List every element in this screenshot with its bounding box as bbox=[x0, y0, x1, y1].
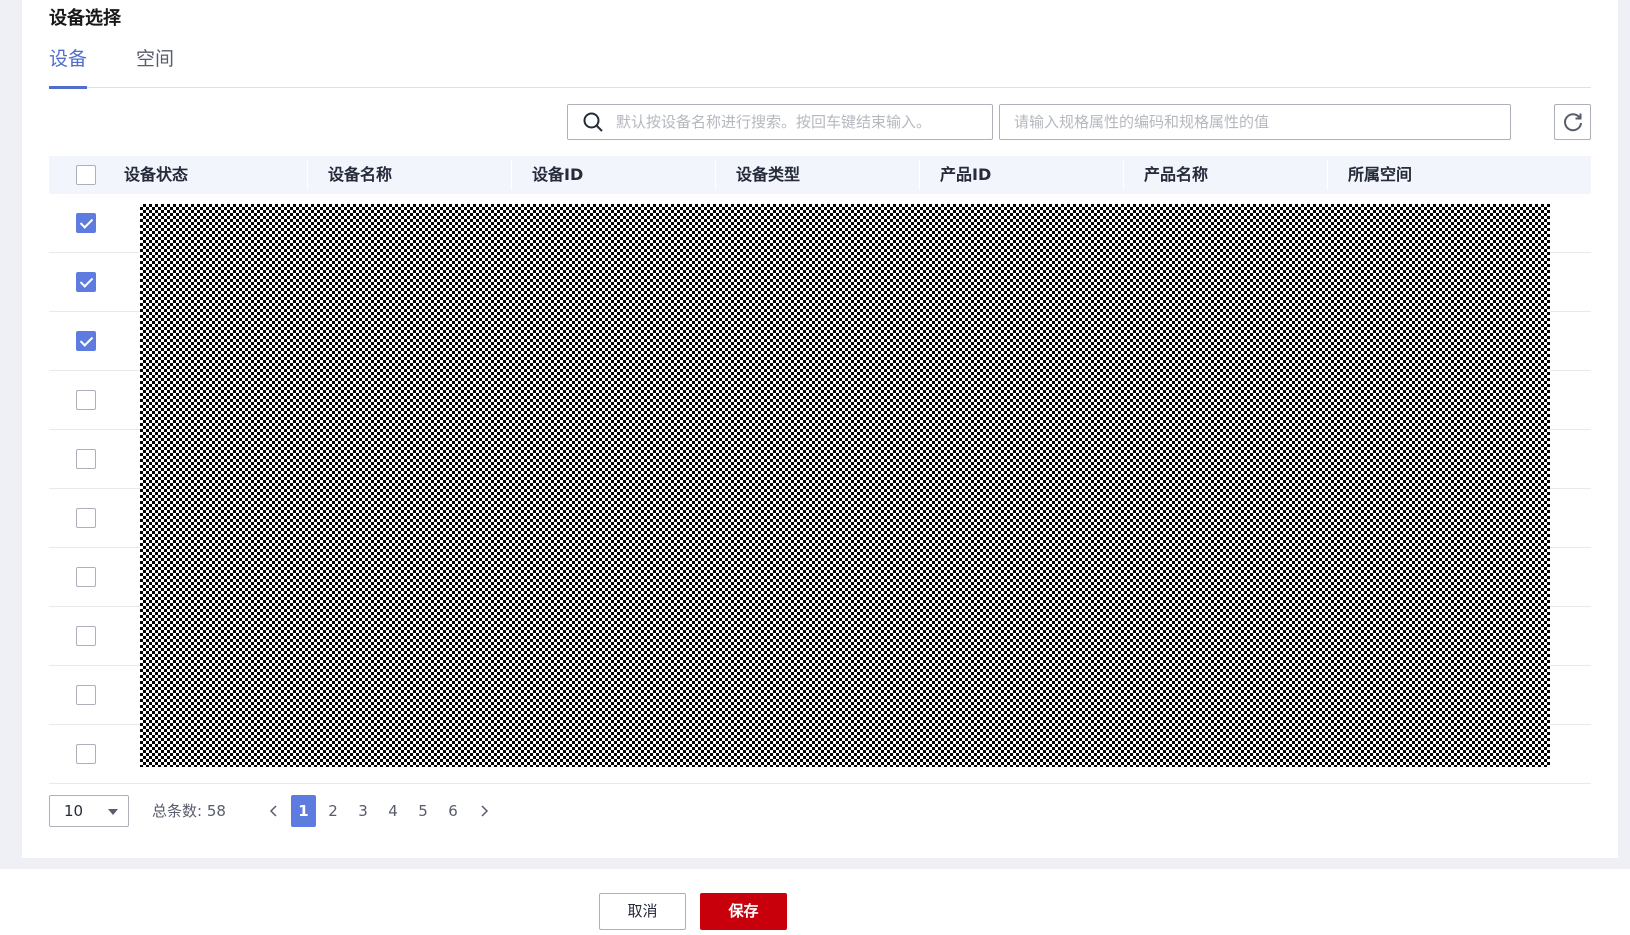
row-checkbox[interactable] bbox=[76, 744, 96, 764]
col-product-name: 产品名称 bbox=[1144, 165, 1209, 184]
row-checkbox[interactable] bbox=[76, 272, 96, 292]
page-size-value: 10 bbox=[64, 802, 84, 820]
page-4[interactable]: 4 bbox=[386, 795, 400, 827]
column-divider bbox=[307, 160, 308, 190]
page-1[interactable]: 1 bbox=[291, 795, 316, 827]
chevron-left-icon bbox=[269, 805, 277, 817]
device-selection-panel: 设备选择 设备 空间 设备状态 设备名称 设备ID 设备类型 产 bbox=[22, 0, 1618, 858]
column-divider bbox=[1123, 160, 1124, 190]
column-divider bbox=[1327, 160, 1328, 190]
device-name-search bbox=[567, 104, 993, 140]
column-divider bbox=[511, 160, 512, 190]
row-checkbox[interactable] bbox=[76, 390, 96, 410]
redacted-table-content bbox=[140, 204, 1550, 767]
tab-bar: 设备 空间 bbox=[49, 45, 1591, 89]
cancel-button[interactable]: 取消 bbox=[599, 893, 686, 930]
row-checkbox[interactable] bbox=[76, 331, 96, 351]
caret-down-icon bbox=[108, 809, 118, 815]
next-page-button[interactable] bbox=[477, 795, 491, 827]
spec-attribute-input[interactable] bbox=[1014, 105, 1510, 139]
tab-spaces[interactable]: 空间 bbox=[136, 45, 174, 88]
spec-attribute-search bbox=[999, 104, 1511, 140]
select-all-checkbox[interactable] bbox=[76, 165, 96, 185]
tab-devices[interactable]: 设备 bbox=[49, 45, 88, 89]
page-2[interactable]: 2 bbox=[326, 795, 340, 827]
chevron-right-icon bbox=[481, 805, 489, 817]
row-checkbox[interactable] bbox=[76, 508, 96, 528]
col-device-name: 设备名称 bbox=[328, 165, 393, 184]
page-3[interactable]: 3 bbox=[356, 795, 370, 827]
col-device-status: 设备状态 bbox=[124, 165, 189, 184]
page-5[interactable]: 5 bbox=[416, 795, 430, 827]
action-footer: 取消 保存 bbox=[0, 869, 1630, 935]
column-divider bbox=[715, 160, 716, 190]
col-space: 所属空间 bbox=[1348, 165, 1413, 184]
search-icon bbox=[583, 112, 603, 132]
pagination: 10 总条数: 58 1 2 3 4 5 6 bbox=[49, 795, 1591, 827]
row-checkbox[interactable] bbox=[76, 567, 96, 587]
column-divider bbox=[919, 160, 920, 190]
page-size-select[interactable]: 10 bbox=[49, 795, 129, 827]
table-header: 设备状态 设备名称 设备ID 设备类型 产品ID 产品名称 所属空间 bbox=[49, 156, 1591, 194]
save-button[interactable]: 保存 bbox=[700, 893, 787, 930]
refresh-icon bbox=[1563, 113, 1582, 132]
row-checkbox[interactable] bbox=[76, 685, 96, 705]
row-checkbox[interactable] bbox=[76, 449, 96, 469]
prev-page-button[interactable] bbox=[267, 795, 281, 827]
section-title: 设备选择 bbox=[49, 8, 121, 29]
col-device-type: 设备类型 bbox=[736, 165, 801, 184]
search-input[interactable] bbox=[616, 105, 992, 139]
row-checkbox[interactable] bbox=[76, 626, 96, 646]
page-6[interactable]: 6 bbox=[446, 795, 460, 827]
col-device-id: 设备ID bbox=[532, 165, 584, 184]
row-checkbox[interactable] bbox=[76, 213, 96, 233]
refresh-button[interactable] bbox=[1554, 104, 1591, 140]
col-product-id: 产品ID bbox=[940, 165, 992, 184]
total-count: 总条数: 58 bbox=[152, 802, 226, 820]
